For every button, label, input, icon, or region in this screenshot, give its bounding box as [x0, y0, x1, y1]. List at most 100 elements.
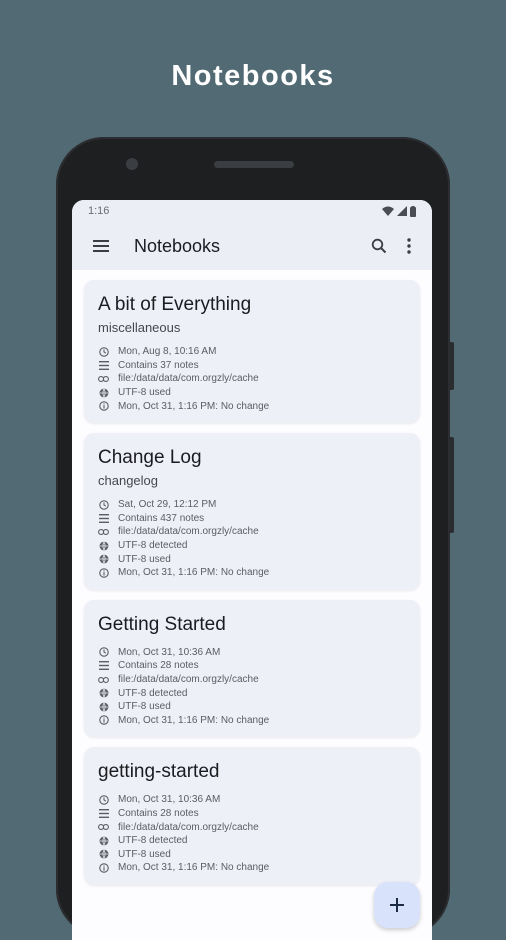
- notebook-meta-row: UTF-8 used: [98, 700, 406, 714]
- globe-icon: [98, 835, 109, 846]
- notebook-meta-row: file:/data/data/com.orgzly/cache: [98, 673, 406, 687]
- notebook-meta-text: Mon, Oct 31, 1:16 PM: No change: [118, 714, 270, 726]
- notebook-meta-row: UTF-8 used: [98, 552, 406, 566]
- notebook-meta-text: Contains 37 notes: [118, 359, 199, 371]
- battery-icon: [410, 205, 416, 217]
- plus-icon: [390, 898, 404, 912]
- notebook-meta-text: Mon, Oct 31, 1:16 PM: No change: [118, 567, 270, 579]
- notebook-meta-text: file:/data/data/com.orgzly/cache: [118, 526, 259, 538]
- notebook-meta-row: UTF-8 used: [98, 847, 406, 861]
- notebook-title: Change Log: [98, 446, 202, 468]
- notebook-meta-text: Mon, Oct 31, 10:36 AM: [118, 646, 221, 658]
- app-bar: Notebooks: [72, 222, 432, 270]
- notebook-meta-row: Mon, Oct 31, 1:16 PM: No change: [98, 714, 406, 728]
- notebook-meta-row: file:/data/data/com.orgzly/cache: [98, 525, 406, 539]
- notebook-meta-row: UTF-8 used: [98, 386, 406, 400]
- notebook-meta-row: Mon, Aug 8, 10:16 AM: [98, 345, 406, 359]
- notebook-card[interactable]: Getting Started Mon, Oct 31, 10:36 AM Cont…: [84, 599, 420, 738]
- signal-icon: [397, 206, 407, 216]
- notebook-meta-row: file:/data/data/com.orgzly/cache: [98, 820, 406, 834]
- notebook-meta-text: Contains 28 notes: [118, 660, 199, 672]
- notebook-meta-text: file:/data/data/com.orgzly/cache: [118, 674, 259, 686]
- overflow-menu-icon[interactable]: [394, 231, 424, 261]
- notebook-meta-text: file:/data/data/com.orgzly/cache: [118, 821, 259, 833]
- phone-screen: 1:16 Notebooks A bit of Everything miscel…: [72, 200, 432, 940]
- status-time: 1:16: [88, 205, 110, 217]
- notebook-meta-row: UTF-8 detected: [98, 686, 406, 700]
- notebook-meta-text: Mon, Oct 31, 1:16 PM: No change: [118, 862, 270, 874]
- notebook-meta-row: Sat, Oct 29, 12:12 PM: [98, 498, 406, 512]
- notebook-card[interactable]: Change Log changelog Sat, Oct 29, 12:12 PM…: [84, 432, 420, 590]
- notebook-meta-text: Sat, Oct 29, 12:12 PM: [118, 499, 217, 511]
- notebook-title: Getting Started: [98, 613, 226, 635]
- status-bar: 1:16: [72, 200, 432, 222]
- notebook-meta-row: Contains 37 notes: [98, 359, 406, 373]
- notebook-card[interactable]: getting-started Mon, Oct 31, 10:36 AM Cont…: [84, 747, 420, 885]
- notebook-list: A bit of Everything miscellaneous Mon, Aug…: [72, 270, 432, 885]
- link-icon: [98, 526, 109, 537]
- notebook-title: getting-started: [98, 761, 220, 783]
- globe-icon: [98, 849, 109, 860]
- globe-icon: [98, 701, 109, 712]
- volume-button: [449, 437, 454, 533]
- status-icons: [382, 205, 416, 217]
- notebook-meta-text: UTF-8 used: [118, 848, 171, 860]
- menu-icon[interactable]: [86, 231, 116, 261]
- info-icon: [98, 715, 109, 726]
- notebook-meta-text: Mon, Aug 8, 10:16 AM: [118, 346, 217, 358]
- notebook-meta-row: UTF-8 detected: [98, 834, 406, 848]
- clock-icon: [98, 499, 109, 510]
- notebook-meta-text: Mon, Oct 31, 10:36 AM: [118, 794, 221, 806]
- notebook-meta-row: Contains 437 notes: [98, 512, 406, 526]
- notebook-meta-text: UTF-8 detected: [118, 540, 188, 552]
- app-bar-title: Notebooks: [134, 235, 221, 256]
- front-camera: [126, 158, 138, 170]
- earpiece-speaker: [214, 161, 294, 168]
- search-icon[interactable]: [364, 231, 394, 261]
- list-icon: [98, 660, 109, 671]
- info-icon: [98, 401, 109, 412]
- notebook-meta-text: UTF-8 detected: [118, 687, 188, 699]
- notebook-meta-text: Contains 437 notes: [118, 512, 205, 524]
- info-icon: [98, 862, 109, 873]
- clock-icon: [98, 346, 109, 357]
- notebook-meta-row: Mon, Oct 31, 10:36 AM: [98, 646, 406, 660]
- notebook-subtitle: miscellaneous: [98, 320, 181, 335]
- notebook-meta-row: Contains 28 notes: [98, 807, 406, 821]
- notebook-subtitle: changelog: [98, 472, 158, 488]
- notebook-meta-text: Mon, Oct 31, 1:16 PM: No change: [118, 400, 270, 412]
- globe-icon: [98, 387, 109, 398]
- notebook-card[interactable]: A bit of Everything miscellaneous Mon, Aug…: [84, 280, 420, 423]
- notebook-meta-text: UTF-8 detected: [118, 835, 188, 847]
- notebook-meta-row: Mon, Oct 31, 1:16 PM: No change: [98, 399, 406, 413]
- notebook-meta-row: UTF-8 detected: [98, 539, 406, 553]
- wifi-icon: [382, 206, 394, 216]
- link-icon: [98, 822, 109, 833]
- add-notebook-button[interactable]: [374, 882, 420, 928]
- globe-icon: [98, 554, 109, 565]
- info-icon: [98, 567, 109, 578]
- notebook-meta-row: file:/data/data/com.orgzly/cache: [98, 372, 406, 386]
- clock-icon: [98, 647, 109, 658]
- list-icon: [98, 808, 109, 819]
- notebook-meta-row: Mon, Oct 31, 1:16 PM: No change: [98, 861, 406, 875]
- notebook-meta-text: UTF-8 used: [118, 701, 171, 713]
- notebook-meta-text: file:/data/data/com.orgzly/cache: [118, 373, 259, 385]
- notebook-meta-text: Contains 28 notes: [118, 807, 199, 819]
- phone-frame: 1:16 Notebooks A bit of Everything miscel…: [56, 137, 454, 940]
- notebook-meta-row: Mon, Oct 31, 1:16 PM: No change: [98, 566, 406, 580]
- globe-icon: [98, 688, 109, 699]
- globe-icon: [98, 540, 109, 551]
- notebook-meta-text: UTF-8 used: [118, 387, 171, 399]
- clock-icon: [98, 794, 109, 805]
- notebook-meta-row: Mon, Oct 31, 10:36 AM: [98, 793, 406, 807]
- notebook-title: A bit of Everything: [98, 294, 252, 315]
- list-icon: [98, 360, 109, 371]
- link-icon: [98, 373, 109, 384]
- link-icon: [98, 674, 109, 685]
- notebook-meta-row: Contains 28 notes: [98, 659, 406, 673]
- notebook-meta-text: UTF-8 used: [118, 553, 171, 565]
- page-headline: Notebooks: [171, 60, 335, 92]
- list-icon: [98, 513, 109, 524]
- power-button: [449, 342, 454, 390]
